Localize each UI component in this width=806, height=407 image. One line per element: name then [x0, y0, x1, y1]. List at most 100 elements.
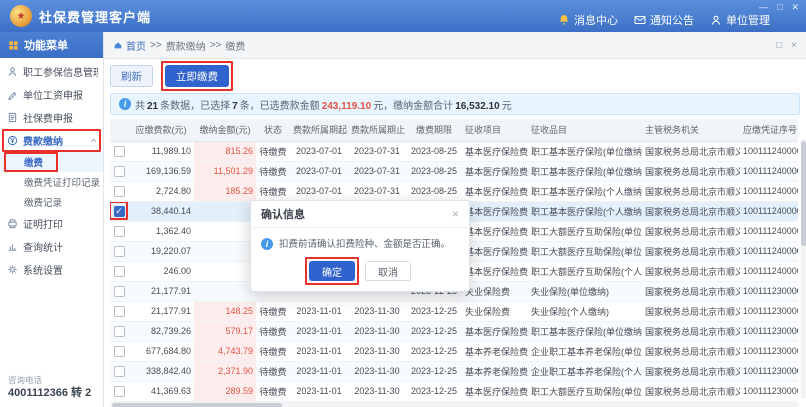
row-checkbox[interactable]: [114, 366, 125, 377]
header-pay-amount: 缴纳金额(元): [194, 119, 256, 141]
row-select-cell[interactable]: [110, 141, 128, 161]
cell-tax-authority: 国家税务总局北京市顺义区...: [642, 221, 740, 241]
row-select-cell[interactable]: [110, 161, 128, 181]
vertical-scrollbar-thumb[interactable]: [801, 141, 806, 246]
dialog-ok-button[interactable]: 确定: [309, 261, 355, 281]
selected-amount: 243,119.10: [322, 101, 372, 112]
row-select-cell[interactable]: [110, 201, 128, 221]
breadcrumb: 首页 >> 费款缴纳 >> 缴费 □ ×: [104, 32, 806, 59]
close-tab-icon[interactable]: ×: [791, 40, 797, 51]
row-checkbox[interactable]: [114, 146, 125, 157]
sidebar-item-employee-info[interactable]: 职工参保信息管理: [0, 60, 103, 83]
cell-pay-amount: 2,371.90: [194, 361, 256, 381]
row-select-cell[interactable]: [110, 281, 128, 301]
sidebar-subitem-payment-records[interactable]: 缴费记录: [0, 192, 103, 212]
row-checkbox[interactable]: [114, 346, 125, 357]
header-nav: 消息中心 通知公告 单位管理: [558, 12, 796, 28]
info-icon: i: [119, 98, 131, 110]
table-row[interactable]: 82,739.26 579.17 待缴费 2023-11-01 2023-11-…: [110, 321, 798, 341]
minimize-icon[interactable]: —: [759, 2, 768, 12]
cell-pay-amount: 4,743.79: [194, 341, 256, 361]
row-select-cell[interactable]: [110, 381, 128, 401]
row-checkbox[interactable]: [114, 226, 125, 237]
notice-board-link[interactable]: 通知公告: [634, 12, 694, 28]
table-row[interactable]: 2,724.80 185.29 待缴费 2023-07-01 2023-07-3…: [110, 181, 798, 201]
table-row[interactable]: 677,684.80 4,743.79 待缴费 2023-11-01 2023-…: [110, 341, 798, 361]
cell-levy-project: 基本医疗保险费: [462, 261, 528, 281]
row-checkbox[interactable]: [114, 246, 125, 257]
sidebar-subitem-voucher-print-records[interactable]: 缴费凭证打印记录: [0, 172, 103, 192]
maximize-icon[interactable]: □: [777, 2, 782, 12]
table-header-row: 应缴费款(元) 缴纳金额(元) 状态 费款所属期起 费款所属期止 缴费期限 征收…: [110, 119, 798, 141]
row-checkbox[interactable]: [114, 166, 125, 177]
unit-management-link[interactable]: 单位管理: [710, 12, 770, 28]
refresh-button[interactable]: 刷新: [110, 65, 153, 87]
breadcrumb-home[interactable]: 首页: [113, 38, 146, 53]
hotline: 咨询电话 4001112366 转 2: [8, 375, 91, 401]
cell-deadline: 2023-12-25: [406, 321, 462, 341]
row-checkbox[interactable]: [114, 186, 125, 197]
cell-tax-authority: 国家税务总局北京市顺义区...: [642, 201, 740, 221]
cell-status: 待缴费: [256, 321, 290, 341]
table-row[interactable]: 21,177.91 148.25 待缴费 2023-11-01 2023-11-…: [110, 301, 798, 321]
table-row[interactable]: 41,369.63 289.59 待缴费 2023-11-01 2023-11-…: [110, 381, 798, 401]
cell-levy-project: 失业保险费: [462, 281, 528, 301]
cell-levy-item: 企业职工基本养老保险(个人...: [528, 361, 642, 381]
dialog-cancel-button[interactable]: 取消: [365, 261, 411, 281]
hotline-label: 咨询电话: [8, 375, 91, 386]
cell-amount-due: 246.00: [128, 261, 194, 281]
sidebar-item-fee-payment[interactable]: 费款缴纳: [0, 129, 103, 152]
breadcrumb-separator: >>: [150, 40, 162, 51]
cell-deadline: 2023-08-25: [406, 181, 462, 201]
row-select-cell[interactable]: [110, 341, 128, 361]
sidebar-item-query-stats[interactable]: 查询统计: [0, 235, 103, 258]
cell-period-end: 2023-11-30: [348, 381, 406, 401]
table-row[interactable]: 169,136.59 11,501.29 待缴费 2023-07-01 2023…: [110, 161, 798, 181]
table-row[interactable]: 338,842.40 2,371.90 待缴费 2023-11-01 2023-…: [110, 361, 798, 381]
row-select-cell[interactable]: [110, 321, 128, 341]
dialog-message: 扣费前请确认扣费险种、金额是否正确。: [279, 238, 450, 251]
sidebar-item-certificate-print[interactable]: 证明打印: [0, 212, 103, 235]
row-select-cell[interactable]: [110, 221, 128, 241]
cell-period-end: 2023-07-31: [348, 161, 406, 181]
dialog-close-icon[interactable]: ×: [452, 207, 459, 221]
cell-period-start: 2023-11-01: [290, 301, 348, 321]
sidebar-item-salary-declare[interactable]: 单位工资申报: [0, 83, 103, 106]
row-checkbox[interactable]: [114, 386, 125, 397]
summary-text: 共21条数据，已选择7条，已选费款金额243,119.10元，缴纳金额合计16,…: [135, 97, 512, 112]
row-checkbox[interactable]: [114, 326, 125, 337]
cell-period-start: 2023-11-01: [290, 381, 348, 401]
row-select-cell[interactable]: [110, 301, 128, 321]
cell-pay-amount: [194, 261, 256, 281]
table-row[interactable]: 11,989.10 815.26 待缴费 2023-07-01 2023-07-…: [110, 141, 798, 161]
sidebar-subitem-pay[interactable]: 缴费: [0, 152, 103, 172]
close-icon[interactable]: ✕: [791, 2, 799, 12]
cell-tax-authority: 国家税务总局北京市顺义区...: [642, 341, 740, 361]
message-center-link[interactable]: 消息中心: [558, 12, 618, 28]
cell-period-start: 2023-07-01: [290, 181, 348, 201]
header-period-end: 费款所属期止: [348, 119, 406, 141]
bar-chart-icon: [7, 241, 18, 252]
row-checkbox[interactable]: [114, 206, 125, 217]
row-select-cell[interactable]: [110, 261, 128, 281]
sidebar-item-system-settings[interactable]: 系统设置: [0, 258, 103, 281]
cell-pay-amount: 148.25: [194, 301, 256, 321]
row-select-cell[interactable]: [110, 241, 128, 261]
cell-voucher-no: 100111240000...: [740, 161, 798, 181]
app-title: 社保费管理客户端: [39, 7, 151, 26]
row-checkbox[interactable]: [114, 266, 125, 277]
row-checkbox[interactable]: [114, 306, 125, 317]
pay-now-button[interactable]: 立即缴费: [165, 65, 229, 87]
horizontal-scrollbar-thumb[interactable]: [112, 403, 282, 407]
cell-pay-amount: 11,501.29: [194, 161, 256, 181]
cell-status: 待缴费: [256, 301, 290, 321]
tab-controls: □ ×: [776, 40, 797, 51]
sidebar-item-fee-declare[interactable]: 社保费申报: [0, 106, 103, 129]
vertical-scrollbar: [801, 139, 806, 399]
row-select-cell[interactable]: [110, 181, 128, 201]
row-checkbox[interactable]: [114, 286, 125, 297]
cell-deadline: 2023-08-25: [406, 141, 462, 161]
restore-tab-icon[interactable]: □: [776, 40, 782, 51]
cell-amount-due: 82,739.26: [128, 321, 194, 341]
row-select-cell[interactable]: [110, 361, 128, 381]
